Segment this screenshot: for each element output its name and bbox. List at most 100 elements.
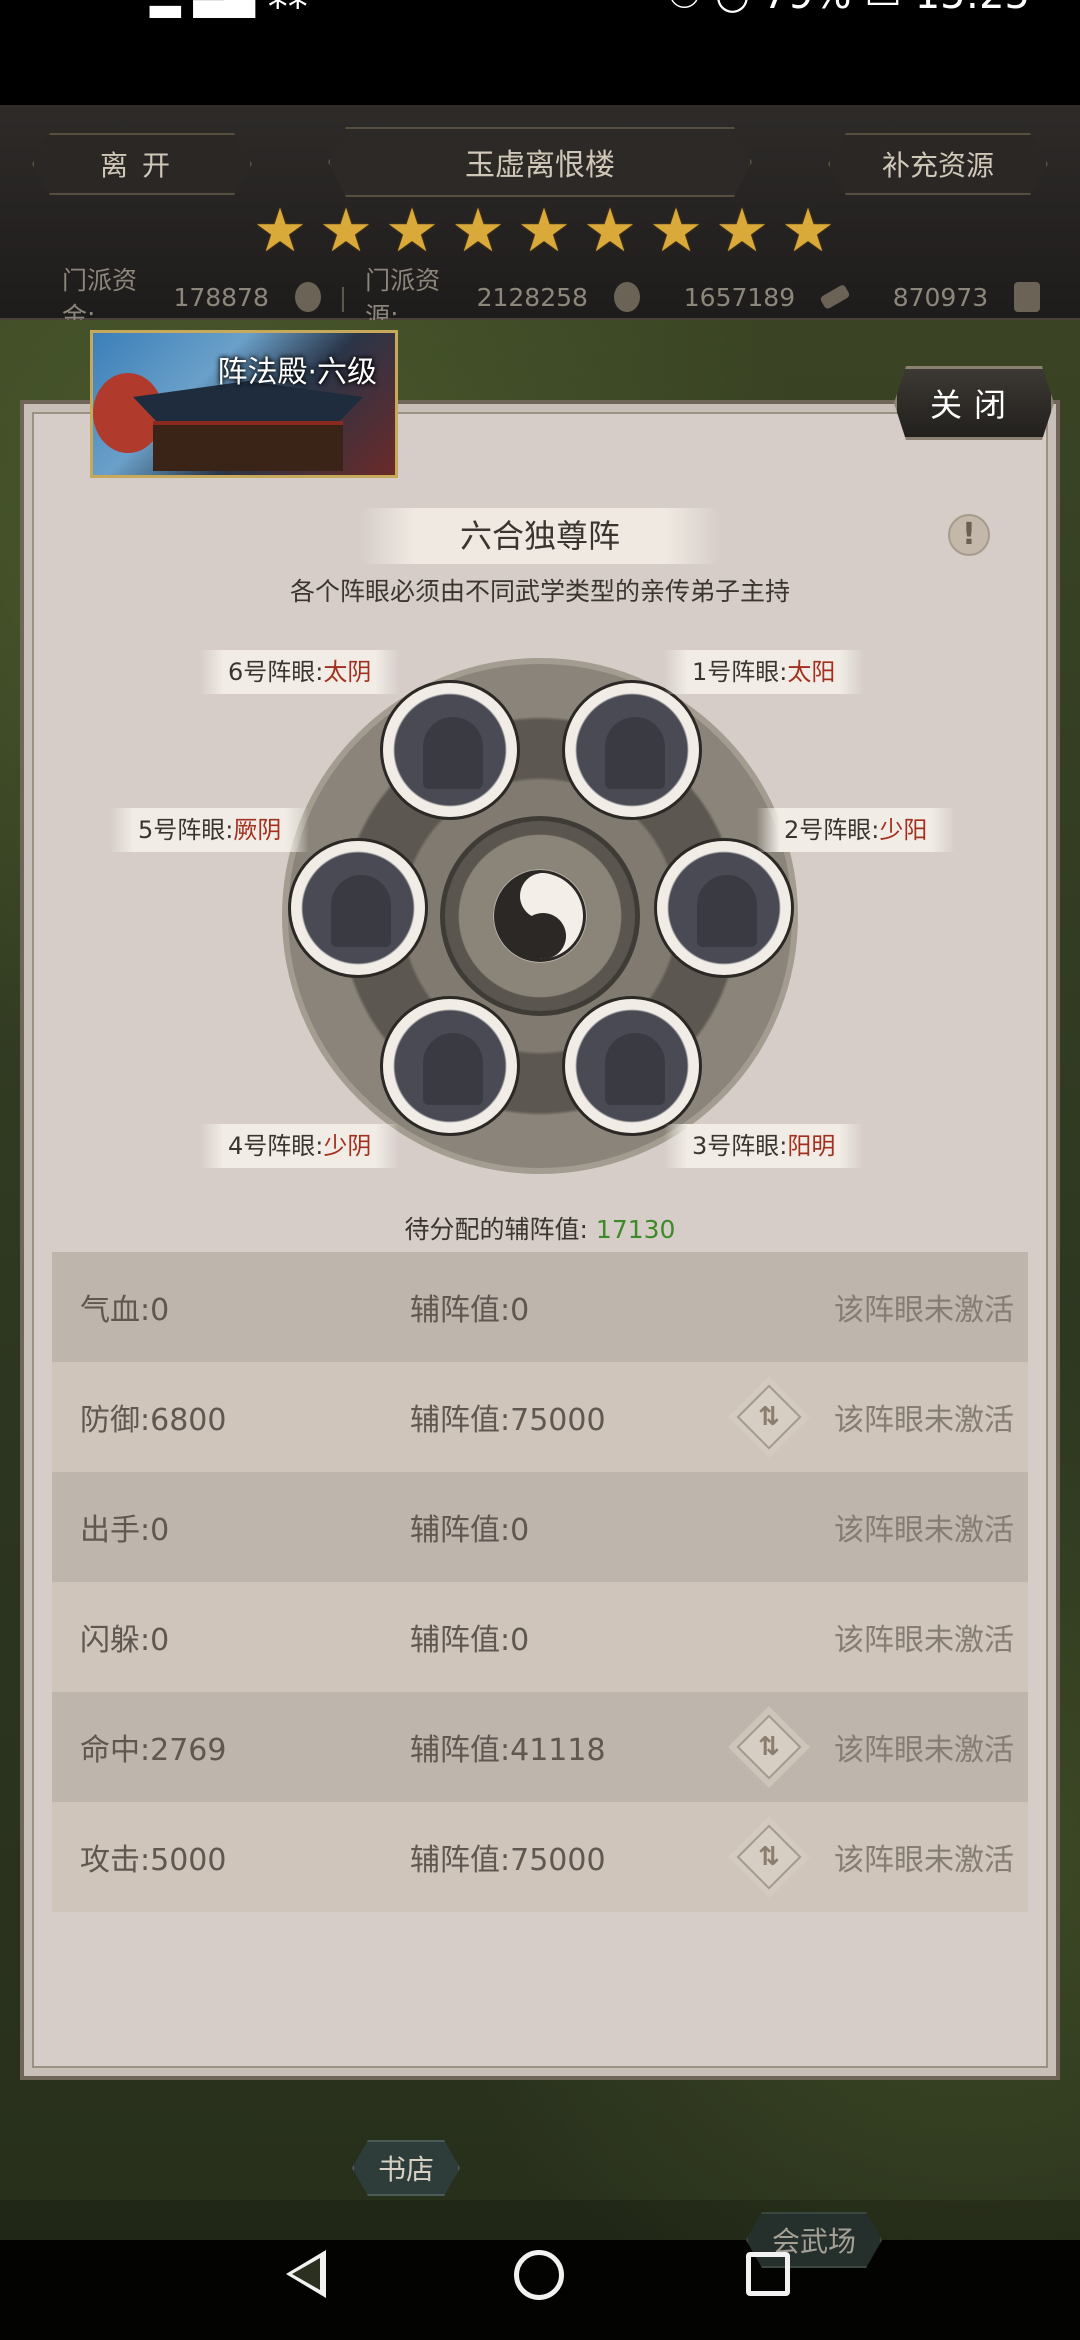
- pending-label: 待分配的辅阵值:: [404, 1215, 588, 1244]
- sect-title: 玉虚离恨楼: [328, 127, 752, 197]
- attr-value: 攻击:5000: [80, 1843, 227, 1878]
- aux-value: 辅阵值:0: [410, 1513, 530, 1548]
- res3-value: 870973: [892, 282, 989, 312]
- res2-value: 1657189: [683, 282, 796, 312]
- star-icon: ★: [781, 196, 835, 266]
- eye-label-6: 6号阵眼:太阴: [200, 650, 400, 694]
- swap-icon[interactable]: ⇅: [736, 1824, 802, 1890]
- formation-eye-6[interactable]: [380, 680, 520, 820]
- star-icon: ★: [385, 196, 439, 266]
- formation-eye-2[interactable]: [654, 838, 794, 978]
- disciple-silhouette: [605, 1033, 665, 1105]
- info-icon[interactable]: !: [948, 514, 990, 556]
- eye-status: 该阵眼未激活: [834, 1293, 1014, 1328]
- eye-label-text: 5号阵眼:: [138, 816, 234, 844]
- disciple-silhouette: [331, 875, 391, 947]
- nav-recent-icon[interactable]: [746, 2252, 790, 2296]
- attr-value: 气血:0: [80, 1293, 170, 1328]
- eye-label-text: 3号阵眼:: [692, 1132, 788, 1160]
- eye-status: 该阵眼未激活: [834, 1843, 1014, 1878]
- eye-type: 少阳: [879, 816, 928, 844]
- star-icon: ★: [253, 196, 307, 266]
- resource-bar: 门派资金: 178878 | 门派资源: 2128258 1657189 870…: [62, 266, 1040, 331]
- formation-description: 各个阵眼必须由不同武学类型的亲传弟子主持: [289, 577, 790, 606]
- eye-status: 该阵眼未激活: [834, 1733, 1014, 1768]
- aux-value: 辅阵值:75000: [410, 1843, 606, 1878]
- disciple-silhouette: [605, 717, 665, 789]
- coin-icon: [294, 282, 321, 312]
- nav-home-icon[interactable]: [514, 2250, 564, 2300]
- pending-value: 17130: [595, 1215, 676, 1244]
- eye-label-text: 2号阵眼:: [784, 816, 880, 844]
- aux-value: 辅阵值:0: [410, 1623, 530, 1658]
- ore-icon: [613, 282, 640, 312]
- status-left: ▂ ▃▅ ⁂: [150, 0, 308, 18]
- eye-label-3: 3号阵眼:阳明: [664, 1124, 864, 1168]
- stat-row-hit: 命中:2769 辅阵值:41118 ⇅ 该阵眼未激活: [52, 1692, 1028, 1802]
- attr-value: 防御:6800: [80, 1403, 227, 1438]
- supply-resources-button[interactable]: 补充资源: [828, 133, 1048, 195]
- disciple-silhouette: [697, 875, 757, 947]
- res-value: 2128258: [476, 282, 588, 312]
- star-icon: ★: [649, 196, 703, 266]
- star-icon: ★: [451, 196, 505, 266]
- stat-row-defense: 防御:6800 辅阵值:75000 ⇅ 该阵眼未激活: [52, 1362, 1028, 1472]
- formation-eye-1[interactable]: [562, 680, 702, 820]
- divider: |: [338, 282, 348, 312]
- eye-status: 该阵眼未激活: [834, 1403, 1014, 1438]
- attr-value: 命中:2769: [80, 1733, 227, 1768]
- close-button[interactable]: 关闭: [894, 366, 1054, 440]
- funds-value: 178878: [173, 282, 269, 312]
- star-icon: ★: [715, 196, 769, 266]
- eye-type: 太阳: [787, 658, 836, 686]
- swap-icon[interactable]: ⇅: [736, 1384, 802, 1450]
- status-right: ☉ ◔ 79% ▭ 15:25: [666, 0, 1030, 18]
- status-bar: ▂ ▃▅ ⁂ ☉ ◔ 79% ▭ 15:25: [0, 0, 1080, 105]
- formation-name: 六合独尊阵: [360, 508, 720, 564]
- leave-button[interactable]: 离开: [32, 133, 252, 195]
- system-nav-bar: [0, 2200, 1080, 2340]
- eye-type: 厥阴: [233, 816, 282, 844]
- eye-label-4: 4号阵眼:少阴: [200, 1124, 400, 1168]
- stat-row-dodge: 闪躲:0 辅阵值:0 该阵眼未激活: [52, 1582, 1028, 1692]
- star-rating: ★ ★ ★ ★ ★ ★ ★ ★ ★: [252, 196, 836, 266]
- star-icon: ★: [583, 196, 637, 266]
- eye-type: 阳明: [787, 1132, 836, 1160]
- nav-back-icon[interactable]: [286, 2250, 326, 2298]
- chest-icon: [1014, 282, 1040, 312]
- aux-value: 辅阵值:0: [410, 1293, 530, 1328]
- eye-label-1: 1号阵眼:太阳: [664, 650, 864, 694]
- bookstore-label[interactable]: 书店: [352, 2140, 460, 2196]
- eye-label-text: 4号阵眼:: [228, 1132, 324, 1160]
- hall-card: 阵法殿·六级: [90, 330, 398, 478]
- aux-value: 辅阵值:75000: [410, 1403, 606, 1438]
- eye-label-text: 6号阵眼:: [228, 658, 324, 686]
- stat-row-hp: 气血:0 辅阵值:0 该阵眼未激活: [52, 1252, 1028, 1362]
- disciple-silhouette: [423, 1033, 483, 1105]
- eye-status: 该阵眼未激活: [834, 1623, 1014, 1658]
- formation-eye-4[interactable]: [380, 996, 520, 1136]
- formation-eye-3[interactable]: [562, 996, 702, 1136]
- stat-row-speed: 出手:0 辅阵值:0 该阵眼未激活: [52, 1472, 1028, 1582]
- stats-table: 气血:0 辅阵值:0 该阵眼未激活 防御:6800 辅阵值:75000 ⇅ 该阵…: [52, 1252, 1028, 1912]
- aux-value: 辅阵值:41118: [410, 1733, 606, 1768]
- attr-value: 闪躲:0: [80, 1623, 170, 1658]
- star-icon: ★: [319, 196, 373, 266]
- eye-type: 太阴: [323, 658, 372, 686]
- star-icon: ★: [517, 196, 571, 266]
- attr-value: 出手:0: [80, 1513, 170, 1548]
- sword-icon: [819, 284, 851, 310]
- pending-aux-value: 待分配的辅阵值: 17130: [0, 1210, 1080, 1246]
- yin-yang-icon: [494, 870, 586, 962]
- eye-status: 该阵眼未激活: [834, 1513, 1014, 1548]
- hall-title: 阵法殿·六级: [217, 355, 377, 390]
- swap-icon[interactable]: ⇅: [736, 1714, 802, 1780]
- eye-label-2: 2号阵眼:少阳: [756, 808, 956, 852]
- eye-label-text: 1号阵眼:: [692, 658, 788, 686]
- top-bar: 离开 玉虚离恨楼 补充资源 ★ ★ ★ ★ ★ ★ ★ ★ ★ 门派资金: 17…: [0, 105, 1080, 331]
- disciple-silhouette: [423, 717, 483, 789]
- eye-label-5: 5号阵眼:厥阴: [110, 808, 310, 852]
- hall-body: [153, 421, 343, 471]
- eye-type: 少阴: [323, 1132, 372, 1160]
- formation-eye-5[interactable]: [288, 838, 428, 978]
